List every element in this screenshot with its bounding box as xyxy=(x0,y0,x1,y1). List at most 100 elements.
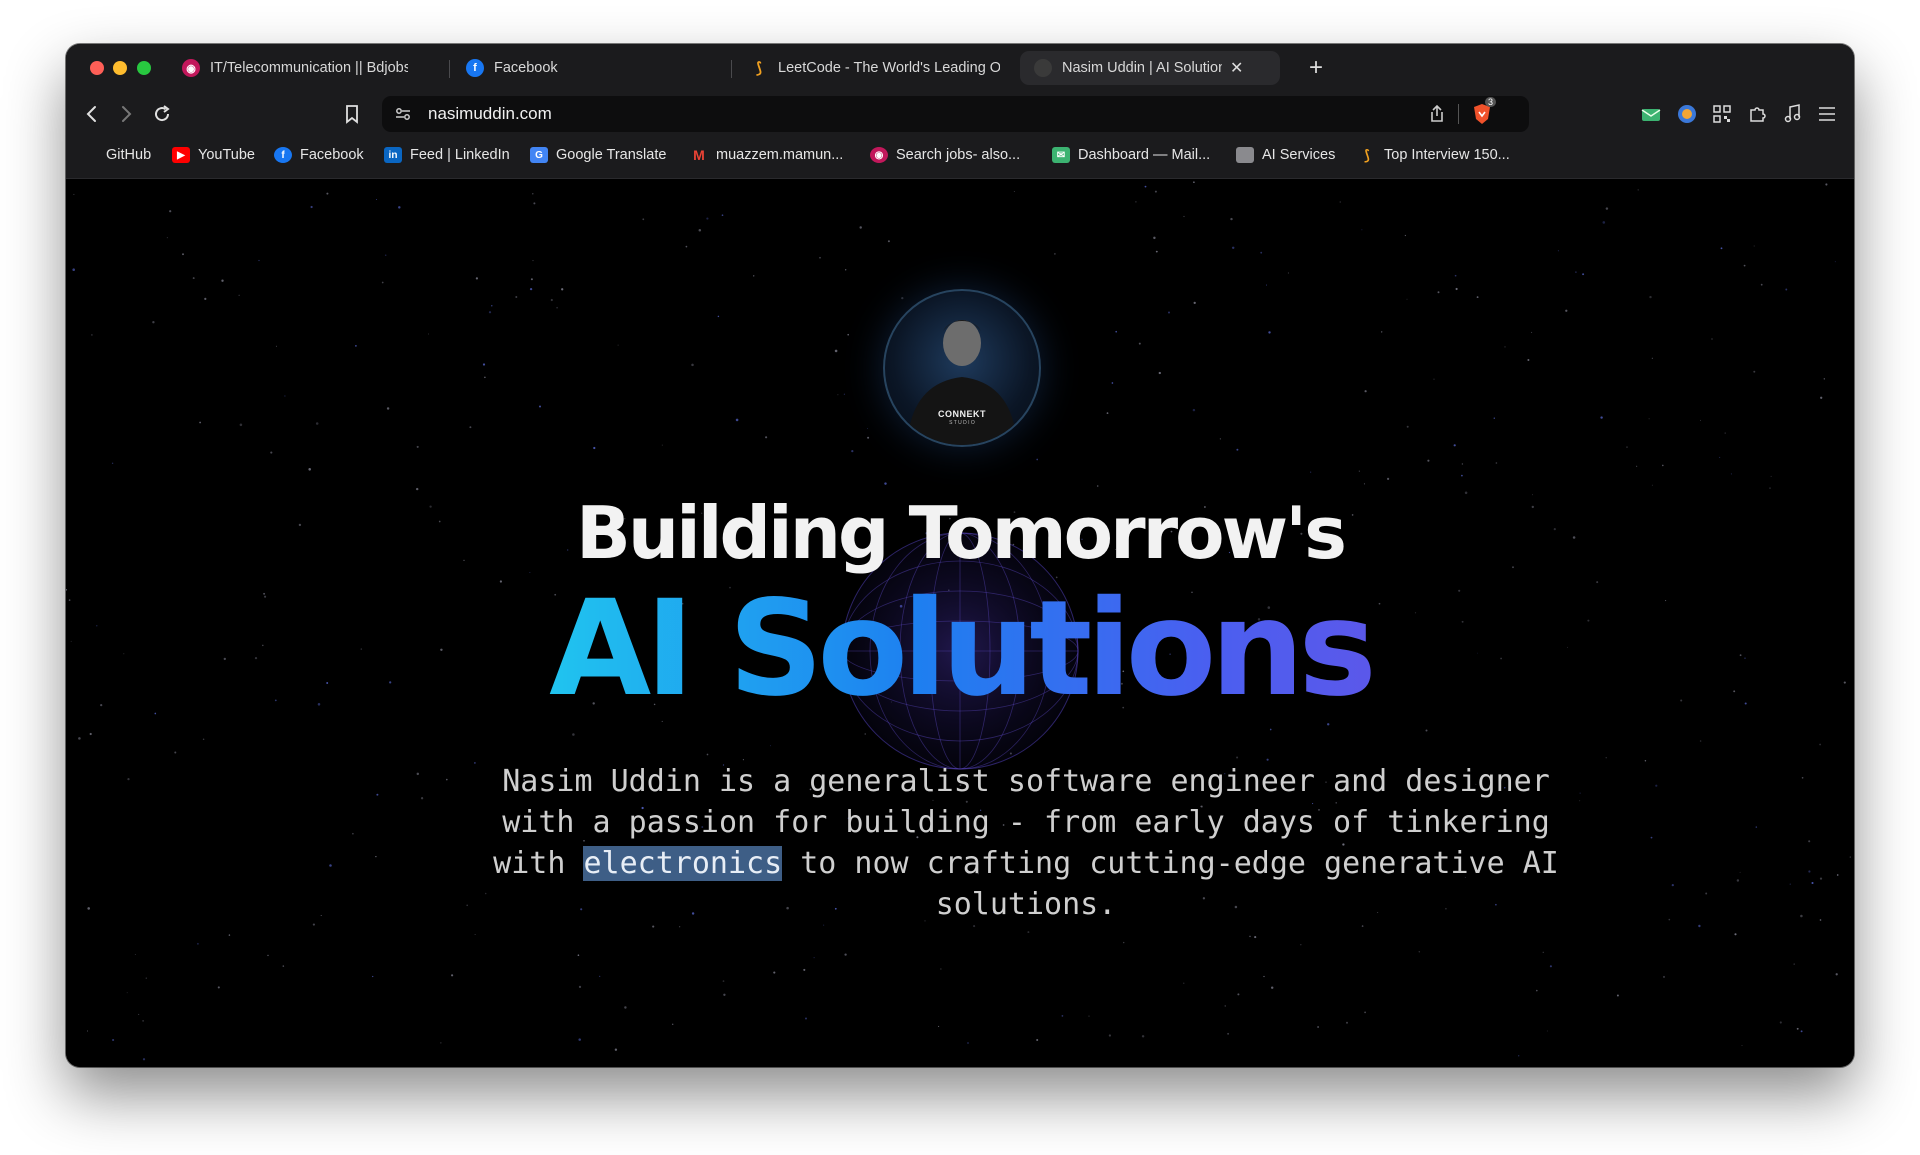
tab-bdjobs[interactable]: ◉ IT/Telecommunication || Bdjobs.com xyxy=(182,51,408,85)
back-button[interactable] xyxy=(76,98,108,130)
profile-avatar: CONNEKT S T U D I O xyxy=(883,289,1041,447)
star-dot xyxy=(1823,378,1825,380)
zoom-window-button[interactable] xyxy=(137,61,151,75)
star-dot xyxy=(1111,382,1114,384)
star-dot xyxy=(1192,408,1196,412)
google-translate-icon: G xyxy=(530,147,548,163)
star-dot xyxy=(1565,309,1568,312)
star-dot xyxy=(717,315,720,318)
star-dot xyxy=(859,226,862,229)
star-dot xyxy=(166,237,168,239)
star-dot xyxy=(1819,877,1823,880)
minimize-window-button[interactable] xyxy=(113,61,127,75)
chevron-right-icon xyxy=(122,106,132,122)
star-dot xyxy=(1339,201,1341,203)
star-dot xyxy=(671,1023,674,1026)
star-dot xyxy=(196,942,199,945)
bookmark-label: YouTube xyxy=(198,147,255,163)
qr-code-icon[interactable] xyxy=(1711,103,1733,125)
star-dot xyxy=(1300,943,1302,946)
tab-divider xyxy=(731,60,732,78)
bookmark-facebook[interactable]: f Facebook xyxy=(274,147,364,163)
star-dot xyxy=(275,345,277,347)
extension-badge-icon[interactable] xyxy=(1676,103,1698,125)
new-tab-button[interactable]: + xyxy=(1309,54,1323,82)
bookmark-gmail[interactable]: M muazzem.mamun... xyxy=(690,147,843,163)
star-dot xyxy=(376,793,379,796)
tab-facebook[interactable]: f Facebook xyxy=(466,51,666,85)
site-settings-icon[interactable] xyxy=(394,105,412,128)
star-dot xyxy=(329,864,332,867)
star-dot xyxy=(1600,416,1603,419)
bookmark-top-interview[interactable]: ⟆ Top Interview 150... xyxy=(1358,147,1509,164)
star-dot xyxy=(1135,201,1137,203)
star-dot xyxy=(372,975,374,978)
bookmark-github[interactable]: GitHub xyxy=(80,147,151,163)
star-dot xyxy=(1760,283,1763,286)
star-dot xyxy=(1386,477,1390,481)
bookmark-linkedin[interactable]: in Feed | LinkedIn xyxy=(384,147,510,163)
forward-button[interactable] xyxy=(110,98,142,130)
bookmark-google-translate[interactable]: G Google Translate xyxy=(530,147,666,163)
star-dot xyxy=(1193,301,1196,305)
facebook-icon: f xyxy=(466,59,484,77)
star-dot xyxy=(182,253,184,256)
star-dot xyxy=(482,363,486,366)
bookmarks-bar: GitHub ▶ YouTube f Facebook in Feed | Li… xyxy=(66,136,1854,179)
bookmark-label: Feed | LinkedIn xyxy=(410,147,510,163)
tab-title: Facebook xyxy=(494,60,558,76)
star-dot xyxy=(169,210,172,213)
close-window-button[interactable] xyxy=(90,61,104,75)
close-tab-icon[interactable]: ✕ xyxy=(1230,58,1243,78)
leetcode-icon: ⟆ xyxy=(756,60,762,77)
star-dot xyxy=(1249,935,1251,938)
star-dot xyxy=(1269,728,1272,731)
reload-button[interactable] xyxy=(146,98,178,130)
star-dot xyxy=(126,992,128,994)
linkedin-icon: in xyxy=(384,147,402,163)
star-dot xyxy=(679,926,681,928)
bookmark-youtube[interactable]: ▶ YouTube xyxy=(172,147,255,163)
share-icon[interactable] xyxy=(1428,104,1446,129)
star-dot xyxy=(1724,432,1726,434)
address-bar[interactable]: nasimuddin.com 3 xyxy=(382,96,1529,132)
star-dot xyxy=(515,296,518,298)
star-dot xyxy=(1144,185,1147,188)
star-dot xyxy=(112,1038,115,1042)
star-dot xyxy=(134,953,136,955)
bookmark-label: GitHub xyxy=(106,147,152,163)
star-dot xyxy=(706,217,709,220)
star-dot xyxy=(1219,438,1222,440)
star-dot xyxy=(617,344,619,346)
tab-nasimuddin-active[interactable]: Nasim Uddin | AI Solutions Architect ✕ xyxy=(1020,51,1280,85)
star-dot xyxy=(142,1020,144,1022)
star-dot xyxy=(851,449,854,453)
star-dot xyxy=(1260,251,1263,254)
star-dot xyxy=(239,423,243,427)
star-dot xyxy=(1730,473,1732,475)
star-dot xyxy=(1518,1055,1520,1057)
star-dot xyxy=(530,278,533,281)
brave-shields-icon[interactable]: 3 xyxy=(1472,97,1497,125)
extensions-puzzle-icon[interactable] xyxy=(1746,103,1768,125)
bookmark-label: AI Services xyxy=(1262,147,1336,163)
bookmark-folder-ai-services[interactable]: AI Services xyxy=(1236,147,1335,163)
bookmark-search-jobs[interactable]: ◉ Search jobs- also... xyxy=(870,147,1020,163)
avatar-icon xyxy=(1034,59,1052,77)
menu-hamburger-icon[interactable] xyxy=(1816,103,1838,125)
media-music-icon[interactable] xyxy=(1781,103,1803,125)
star-dot xyxy=(1123,941,1125,944)
tab-title: Nasim Uddin | AI Solutions Architect xyxy=(1062,60,1222,76)
star-dot xyxy=(1287,272,1289,274)
star-dot xyxy=(78,737,81,740)
star-dot xyxy=(593,446,596,450)
star-dot xyxy=(312,923,315,926)
mail-extension-icon[interactable] xyxy=(1640,103,1662,125)
star-dot xyxy=(475,277,479,280)
tab-leetcode[interactable]: ⟆ LeetCode - The World's Leading Online … xyxy=(750,51,1000,85)
star-dot xyxy=(375,855,377,858)
bookmark-button[interactable] xyxy=(336,98,368,130)
selected-text: electronics xyxy=(583,846,783,881)
star-dot xyxy=(217,986,220,989)
bookmark-dashboard-mail[interactable]: ✉ Dashboard — Mail... xyxy=(1052,147,1210,163)
